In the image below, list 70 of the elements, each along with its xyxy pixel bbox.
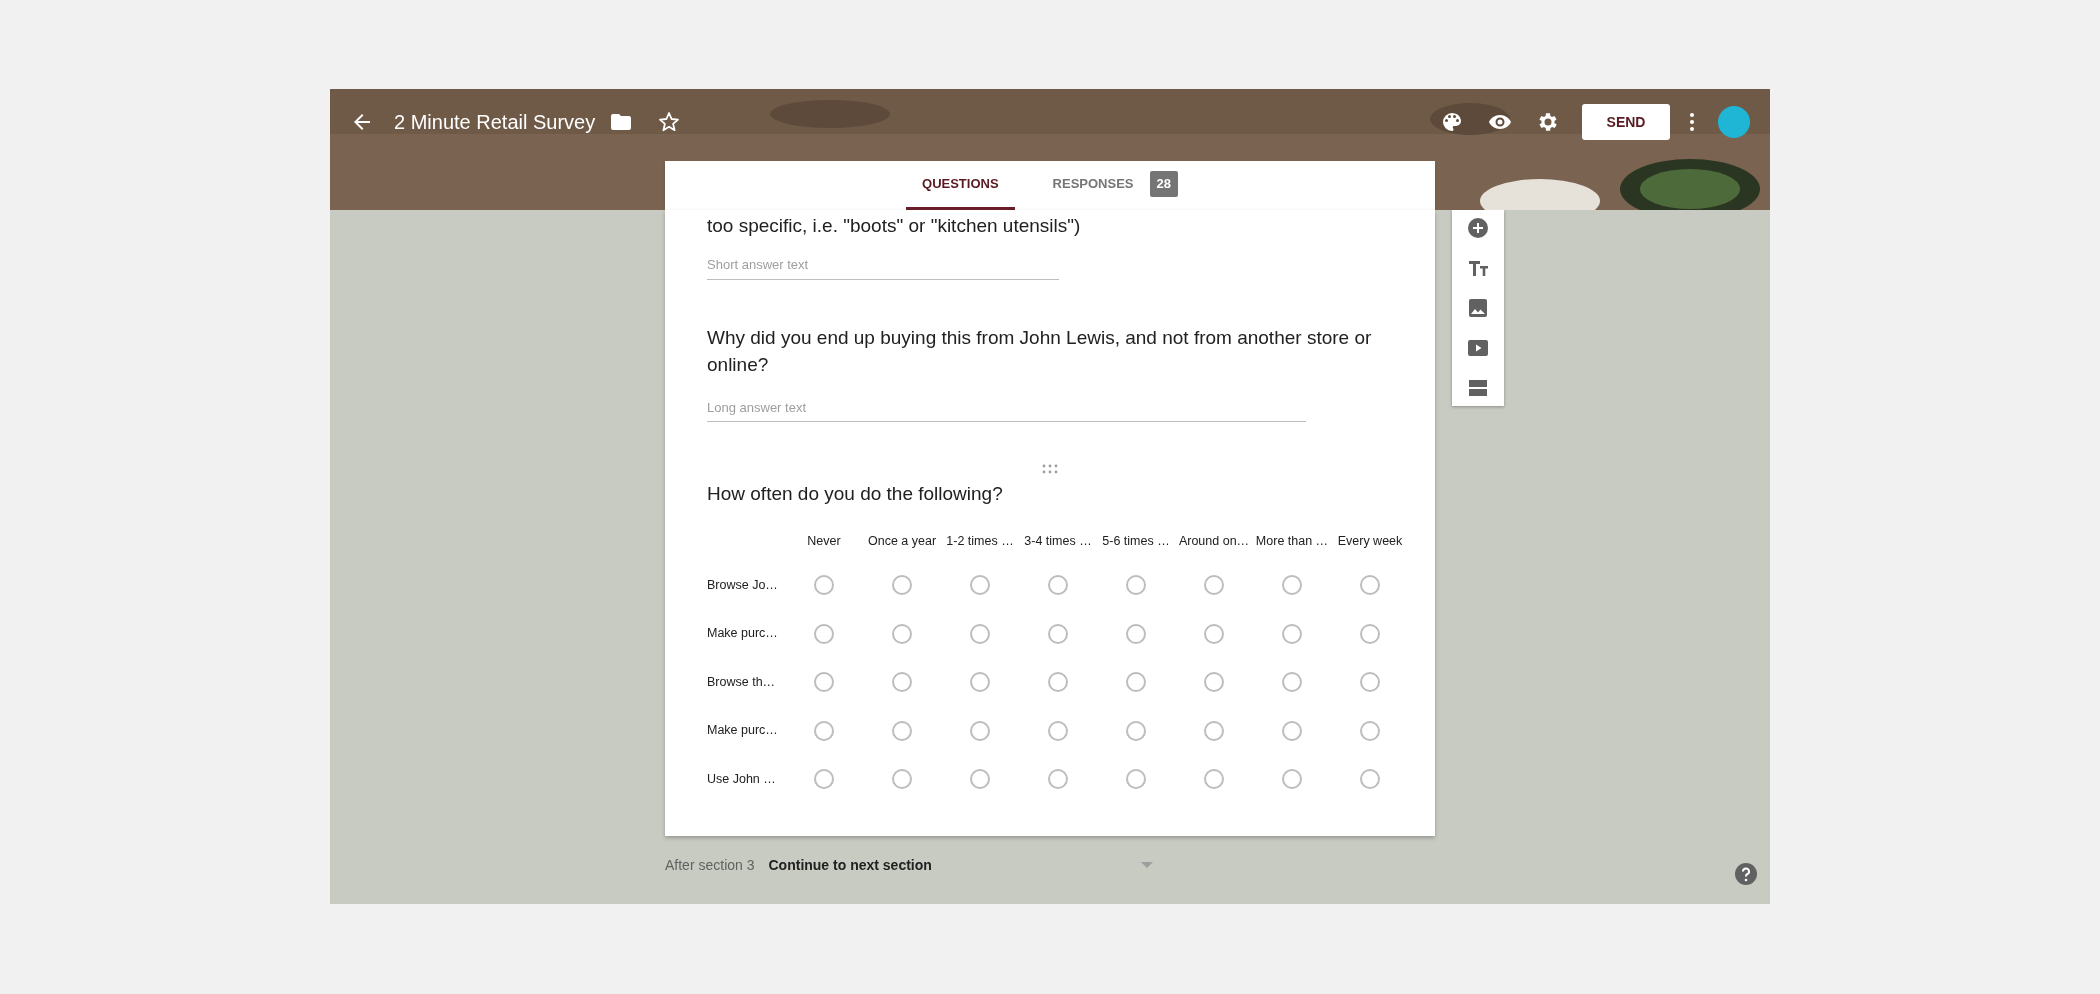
form-title[interactable]: 2 Minute Retail Survey (394, 107, 596, 137)
radio-button[interactable] (1360, 672, 1380, 693)
more-options-icon[interactable] (1688, 110, 1696, 134)
radio-button[interactable] (1048, 720, 1068, 741)
radio-button[interactable] (1360, 623, 1380, 644)
row-label: Use John … (707, 770, 777, 788)
radio-button[interactable] (1282, 769, 1302, 790)
radio-button[interactable] (1282, 672, 1302, 693)
radio-button[interactable] (1048, 672, 1068, 693)
column-header: Once a year (866, 532, 938, 550)
row-label: Make purc… (707, 722, 779, 740)
radio-button[interactable] (892, 720, 912, 741)
radio-button[interactable] (970, 720, 990, 741)
drag-handle-icon[interactable] (1041, 464, 1059, 474)
response-count-badge: 28 (1149, 171, 1178, 197)
radio-button[interactable] (1360, 575, 1380, 596)
radio-button[interactable] (1126, 672, 1146, 693)
radio-button[interactable] (1282, 720, 1302, 741)
column-header: More than … (1254, 532, 1330, 550)
radio-button[interactable] (814, 769, 834, 790)
radio-button[interactable] (1282, 623, 1302, 644)
question-title: How often do you do the following? (707, 482, 1004, 506)
radio-button[interactable] (970, 769, 990, 790)
radio-button[interactable] (970, 623, 990, 644)
column-header: Around on… (1177, 532, 1251, 550)
row-label: Browse Jo… (707, 576, 779, 594)
radio-button[interactable] (814, 672, 834, 693)
radio-button[interactable] (1360, 720, 1380, 741)
row-label: Browse th… (707, 673, 777, 691)
column-header: 1-2 times … (945, 532, 1015, 550)
section-dropdown[interactable]: Continue to next section (768, 854, 1153, 876)
question-title: Why did you end up buying this from John Lewis, and not from another store or online? (707, 325, 1373, 377)
radio-button[interactable] (1048, 623, 1068, 644)
radio-button[interactable] (1126, 623, 1146, 644)
column-header: 3-4 times … (1023, 532, 1093, 550)
radio-button[interactable] (1048, 575, 1068, 596)
radio-button[interactable] (814, 623, 834, 644)
tab[interactable]: RESPONSES 28 (1036, 161, 1194, 210)
radio-button[interactable] (1204, 720, 1224, 741)
image-icon[interactable] (1466, 296, 1490, 320)
radio-button[interactable] (970, 575, 990, 596)
add-question-icon[interactable] (1466, 216, 1490, 240)
radio-button[interactable] (1204, 575, 1224, 596)
row-label: Make purc… (707, 625, 779, 643)
radio-button[interactable] (1204, 672, 1224, 693)
after-section-label: After section 3 (665, 855, 755, 875)
radio-button[interactable] (892, 623, 912, 644)
star-icon[interactable] (657, 110, 682, 134)
radio-button[interactable] (1126, 769, 1146, 790)
palette-icon[interactable] (1440, 110, 1464, 134)
dropdown-caret-icon (1140, 862, 1153, 868)
radio-button[interactable] (814, 720, 834, 741)
radio-button[interactable] (1204, 769, 1224, 790)
column-header: 5-6 times … (1101, 532, 1171, 550)
help-icon[interactable] (1734, 862, 1758, 886)
send-button[interactable]: SEND (1582, 104, 1670, 140)
radio-button[interactable] (1126, 720, 1146, 741)
radio-button[interactable] (1048, 769, 1068, 790)
radio-button[interactable] (814, 575, 834, 596)
radio-button[interactable] (1126, 575, 1146, 596)
radio-button[interactable] (970, 672, 990, 693)
radio-button[interactable] (1360, 769, 1380, 790)
question-title: too specific, i.e. "boots" or "kitchen utensils") (707, 214, 1082, 238)
column-header: Every week (1336, 532, 1404, 550)
radio-button[interactable] (892, 575, 912, 596)
column-header: Never (806, 532, 842, 550)
radio-button[interactable] (1282, 575, 1302, 596)
radio-button[interactable] (1204, 623, 1224, 644)
radio-button[interactable] (892, 672, 912, 693)
radio-button[interactable] (892, 769, 912, 790)
